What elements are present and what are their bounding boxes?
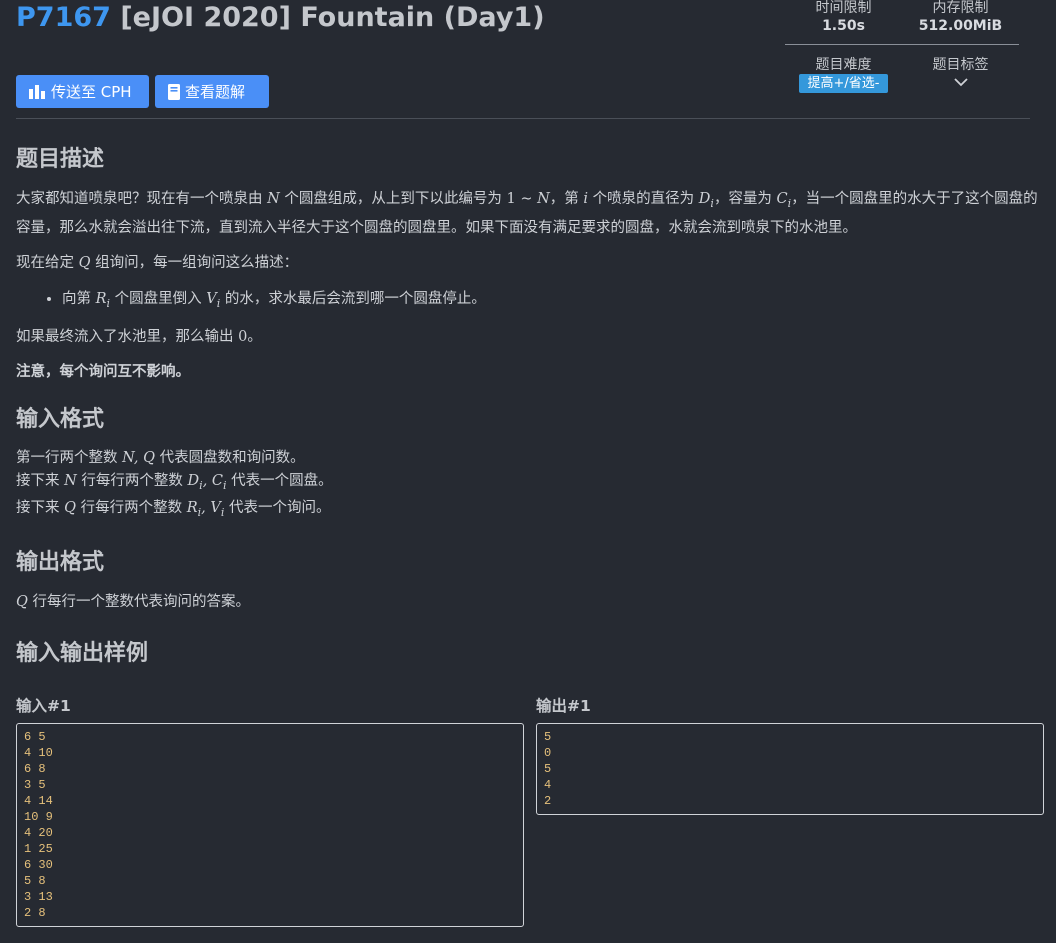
sample-output-box[interactable]: 5 0 5 4 2 <box>536 723 1044 815</box>
input-line-2: 接下来 N 行每行两个整数 Di, Ci 代表一个圆盘。 <box>16 472 333 492</box>
difficulty-label: 题目难度 <box>815 57 872 73</box>
difficulty: 题目难度 提高+/省选- <box>785 54 902 93</box>
problem-content: 题目描述 大家都知道喷泉吧？现在有一个喷泉由 N 个圆盘组成，从上到下以此编号为… <box>16 125 1040 681</box>
independent-queries-note: 注意，每个询问互不影响。 <box>16 363 190 380</box>
send-to-cph-label: 传送至 CPH <box>51 83 132 101</box>
input-format-heading: 输入格式 <box>16 406 105 432</box>
bar-chart-icon <box>29 85 45 99</box>
problem-title: P7167 [eJOI 2020] Fountain (Day1) <box>16 2 545 33</box>
memory-limit-label: 内存限制 <box>932 0 989 16</box>
input-format-text: 第一行两个整数 N, Q 代表圆盘数和询问数。 接下来 N 行每行两个整数 Di… <box>16 447 1040 524</box>
description-paragraph: 大家都知道喷泉吧？现在有一个喷泉由 N 个圆盘组成，从上到下以此编号为 1 ∼ … <box>16 191 1038 236</box>
tags-label: 题目标签 <box>932 57 989 73</box>
tags[interactable]: 题目标签 <box>902 54 1019 91</box>
sample-input: 输入#1 6 5 4 10 6 8 3 5 4 14 10 9 4 20 1 2… <box>16 694 524 927</box>
sample-input-box[interactable]: 6 5 4 10 6 8 3 5 4 14 10 9 4 20 1 25 6 3… <box>16 723 524 927</box>
input-line-1: 第一行两个整数 N, Q 代表圆盘数和询问数。 <box>16 449 305 466</box>
input-line-3: 接下来 Q 行每行两个整数 Ri, Vi 代表一个询问。 <box>16 499 331 519</box>
list-item: 向第 Ri 个圆盘里倒入 Vi 的水，求水最后会流到哪一个圆盘停止。 <box>62 286 1040 317</box>
output-format-heading: 输出格式 <box>16 549 105 575</box>
time-limit: 时间限制 1.50s <box>785 0 902 34</box>
memory-limit: 内存限制 512.00MiB <box>902 0 1019 34</box>
send-to-cph-button[interactable]: 传送至 CPH <box>16 75 149 108</box>
view-solution-label: 查看题解 <box>185 83 246 101</box>
sample-output-title: 输出#1 <box>536 697 591 715</box>
problem-name: [eJOI 2020] Fountain (Day1) <box>120 2 545 33</box>
samples-heading: 输入输出样例 <box>16 640 149 666</box>
difficulty-badge[interactable]: 提高+/省选- <box>798 74 889 93</box>
time-limit-label: 时间限制 <box>815 0 872 16</box>
time-limit-value: 1.50s <box>822 18 865 34</box>
view-solution-button[interactable]: 查看题解 <box>155 75 269 108</box>
query-intro: 现在给定 Q 组询问，每一组询问这么描述： <box>16 254 299 271</box>
meta-divider <box>785 44 1019 45</box>
query-list: 向第 Ri 个圆盘里倒入 Vi 的水，求水最后会流到哪一个圆盘停止。 <box>16 286 1040 317</box>
chevron-down-icon[interactable] <box>953 77 968 87</box>
book-icon <box>168 83 180 100</box>
problem-id: P7167 <box>16 2 111 33</box>
sample-input-title: 输入#1 <box>16 697 71 715</box>
output-format-text: Q 行每行一个整数代表询问的答案。 <box>16 593 250 610</box>
sample-output: 输出#1 5 0 5 4 2 <box>536 694 1044 815</box>
header-divider <box>16 118 1030 119</box>
pool-output-note: 如果最终流入了水池里，那么输出 0。 <box>16 328 262 345</box>
memory-limit-value: 512.00MiB <box>918 18 1003 34</box>
description-heading: 题目描述 <box>16 147 105 172</box>
samples-area: 输入#1 6 5 4 10 6 8 3 5 4 14 10 9 4 20 1 2… <box>16 694 1044 927</box>
